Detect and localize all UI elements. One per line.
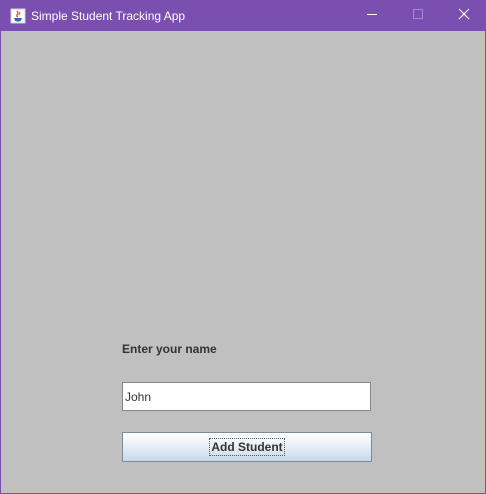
- add-student-button-label: Add Student: [209, 438, 285, 456]
- close-icon: [458, 7, 470, 25]
- add-student-button[interactable]: Add Student: [122, 432, 372, 462]
- java-app-icon: [10, 8, 26, 24]
- minimize-icon: [366, 7, 378, 25]
- name-input[interactable]: [122, 382, 371, 411]
- close-button[interactable]: [441, 1, 486, 31]
- app-window: Simple Student Tracking App Enter your n…: [0, 0, 486, 494]
- title-bar[interactable]: Simple Student Tracking App: [1, 1, 485, 31]
- window-title: Simple Student Tracking App: [31, 9, 186, 23]
- name-label: Enter your name: [122, 342, 217, 356]
- maximize-button[interactable]: [395, 1, 441, 31]
- content-pane: Enter your name Add Student: [1, 31, 485, 493]
- minimize-button[interactable]: [349, 1, 395, 31]
- maximize-icon: [412, 7, 424, 25]
